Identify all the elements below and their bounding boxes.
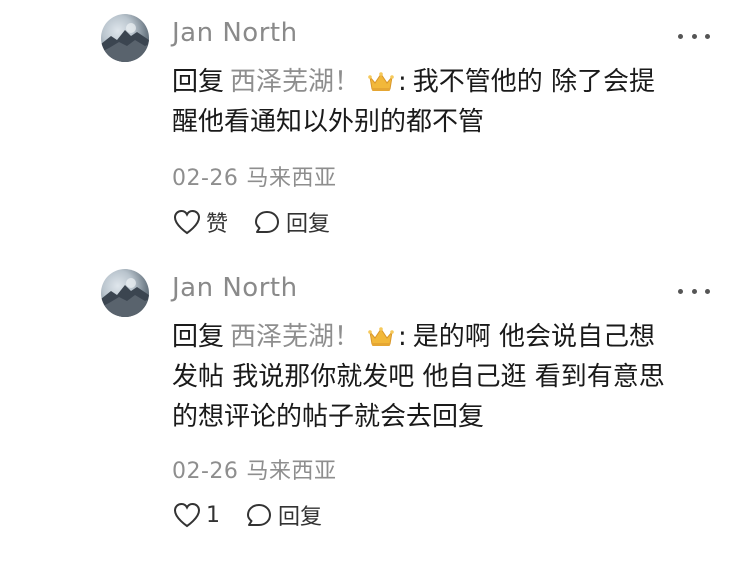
comment-date: 02-26: [172, 459, 239, 484]
avatar[interactable]: [101, 14, 149, 62]
comment-line: 发帖 我说那你就发吧 他自己逛 看到有意思: [172, 362, 665, 392]
comment-line: 我不管他的 除了会提: [412, 67, 656, 97]
comment-actions: 赞 回复: [172, 206, 330, 238]
reply-label: 回复: [286, 212, 331, 237]
reply-button[interactable]: 回复: [244, 499, 322, 531]
like-button[interactable]: 1: [172, 501, 220, 529]
comment-item: Jan North 回复 西泽芜湖！ : 我不管他的 除了会提 醒他看通知以外别的都…: [0, 0, 750, 260]
reply-button[interactable]: 回复: [252, 206, 330, 238]
heart-icon: [173, 209, 201, 235]
reply-prefix: 回复: [172, 67, 225, 97]
comment-item: Jan North 回复 西泽芜湖！ : 是的啊 他会说自己想 发帖 我说那你就发吧…: [0, 255, 750, 555]
comment-bubble-icon: [255, 211, 280, 233]
like-label: 赞: [206, 212, 229, 237]
more-options-icon[interactable]: [678, 285, 710, 297]
like-count: 1: [206, 502, 220, 528]
reply-prefix: 回复: [172, 322, 225, 352]
crown-icon: [368, 327, 394, 346]
username[interactable]: Jan North: [172, 273, 298, 303]
comment-line: 是的啊 他会说自己想: [412, 322, 656, 352]
crown-icon: [368, 72, 394, 91]
comment-location: 马来西亚: [246, 166, 337, 191]
heart-icon: [173, 502, 201, 528]
colon: :: [398, 322, 407, 352]
comment-location: 马来西亚: [246, 459, 337, 484]
mention-link[interactable]: 西泽芜湖！: [230, 322, 360, 352]
comment-meta: 02-26 马来西亚: [172, 453, 336, 485]
mention-link[interactable]: 西泽芜湖！: [230, 67, 360, 97]
reply-label: 回复: [278, 505, 323, 530]
comment-actions: 1 回复: [172, 499, 322, 531]
comment-line: 醒他看通知以外别的都不管: [172, 107, 485, 137]
more-options-icon[interactable]: [678, 30, 710, 42]
comment-date: 02-26: [172, 166, 239, 191]
comment-body: 回复 西泽芜湖！ : 我不管他的 除了会提 醒他看通知以外别的都不管: [172, 62, 717, 142]
comment-line: 的想评论的帖子就会去回复: [172, 402, 485, 432]
comment-body: 回复 西泽芜湖！ : 是的啊 他会说自己想 发帖 我说那你就发吧 他自己逛 看到有意…: [172, 317, 717, 437]
username[interactable]: Jan North: [172, 18, 298, 48]
like-button[interactable]: 赞: [172, 206, 228, 238]
comment-meta: 02-26 马来西亚: [172, 160, 336, 192]
comment-bubble-icon: [247, 504, 271, 526]
colon: :: [398, 67, 407, 97]
avatar-image: [101, 23, 149, 62]
avatar[interactable]: [101, 269, 149, 317]
avatar-image: [101, 278, 149, 317]
